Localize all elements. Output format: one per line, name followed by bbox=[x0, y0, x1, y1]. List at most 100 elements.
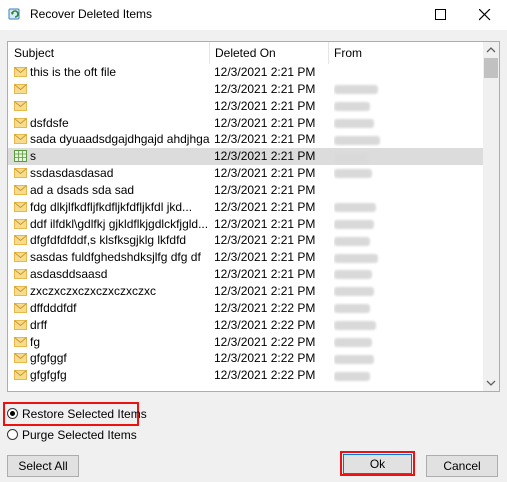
row-from-redacted bbox=[334, 367, 474, 384]
row-deleted-on: 12/3/2021 2:21 PM bbox=[214, 283, 316, 298]
restore-label: Restore Selected Items bbox=[22, 407, 147, 421]
row-from-redacted bbox=[334, 300, 474, 317]
recover-items-app-icon bbox=[8, 7, 22, 21]
maximize-button[interactable] bbox=[419, 0, 463, 30]
row-subject: asdasddsaasd bbox=[30, 267, 108, 282]
purge-label: Purge Selected Items bbox=[22, 428, 137, 442]
row-deleted-on: 12/3/2021 2:21 PM bbox=[214, 149, 316, 164]
row-from-redacted bbox=[334, 249, 474, 266]
envelope-icon bbox=[14, 184, 28, 196]
row-deleted-on: 12/3/2021 2:21 PM bbox=[214, 182, 316, 197]
envelope-icon bbox=[14, 302, 28, 314]
maximize-icon bbox=[435, 9, 446, 20]
table-row[interactable]: zxczxczxczxczxczxczxc 12/3/2021 2:21 PM bbox=[8, 283, 483, 300]
column-header-from[interactable]: From bbox=[328, 42, 483, 64]
row-from-redacted bbox=[334, 350, 474, 367]
purge-selected-option[interactable]: Purge Selected Items bbox=[7, 427, 137, 443]
table-row[interactable]: fdg dlkjlfkdfljfkdfljkfdfljkfdl jkd... 12… bbox=[8, 199, 483, 216]
title-bar: Recover Deleted Items bbox=[0, 0, 507, 30]
row-deleted-on: 12/3/2021 2:21 PM bbox=[214, 166, 316, 181]
chevron-down-icon bbox=[486, 380, 496, 386]
row-from-redacted bbox=[334, 64, 474, 81]
table-row[interactable]: asdasddsaasd 12/3/2021 2:21 PM bbox=[8, 266, 483, 283]
row-subject: gfgfggf bbox=[30, 351, 67, 366]
window-title: Recover Deleted Items bbox=[30, 7, 153, 21]
envelope-icon bbox=[14, 268, 28, 280]
ok-button[interactable]: Ok bbox=[343, 454, 412, 474]
row-from-redacted bbox=[334, 148, 474, 165]
table-row[interactable]: fg 12/3/2021 2:22 PM bbox=[8, 334, 483, 351]
close-button[interactable] bbox=[463, 0, 507, 30]
table-row[interactable]: sasdas fuldfghedshdksjlfg dfg df 12/3/202… bbox=[8, 249, 483, 266]
row-from-redacted bbox=[334, 115, 474, 132]
table-row[interactable]: dffdddfdf 12/3/2021 2:22 PM bbox=[8, 300, 483, 317]
row-subject bbox=[30, 98, 210, 115]
row-from-redacted bbox=[334, 131, 474, 148]
row-subject: this is the oft file bbox=[30, 65, 117, 79]
row-subject: dfgfdfdfddf,s klsfksgjklg lkfdfd bbox=[30, 233, 187, 248]
envelope-icon bbox=[14, 336, 28, 348]
row-from-redacted bbox=[334, 317, 474, 334]
row-from-redacted bbox=[334, 81, 474, 98]
table-row[interactable]: dfgfdfdfddf,s klsfksgjklg lkfdfd 12/3/202… bbox=[8, 232, 483, 249]
table-row[interactable]: s 12/3/2021 2:21 PM bbox=[8, 148, 483, 166]
table-row[interactable]: gfgfgfg 12/3/2021 2:22 PM bbox=[8, 367, 483, 384]
row-from-redacted bbox=[334, 216, 474, 233]
row-subject: fdg dlkjlfkdfljfkdfljkfdfljkfdl jkd... bbox=[30, 199, 193, 214]
envelope-icon bbox=[14, 167, 28, 179]
envelope-icon bbox=[14, 117, 28, 129]
row-deleted-on: 12/3/2021 2:22 PM bbox=[214, 351, 316, 366]
table-row[interactable]: ddf ilfdkl\gdlfkj gjkldflkjgdlckfjgld...… bbox=[8, 216, 483, 233]
row-subject: ad a dsads sda sad bbox=[30, 182, 135, 197]
row-deleted-on: 12/3/2021 2:21 PM bbox=[214, 81, 316, 96]
row-from-redacted bbox=[334, 165, 474, 182]
table-row[interactable]: gfgfggf 12/3/2021 2:22 PM bbox=[8, 350, 483, 367]
table-row[interactable]: this is the oft file 12/3/2021 2:21 PM bbox=[8, 64, 483, 81]
row-deleted-on: 12/3/2021 2:21 PM bbox=[214, 216, 316, 231]
scroll-up-button[interactable] bbox=[483, 42, 499, 58]
select-all-button[interactable]: Select All bbox=[7, 455, 79, 477]
row-deleted-on: 12/3/2021 2:22 PM bbox=[214, 334, 316, 349]
envelope-icon bbox=[14, 133, 28, 145]
envelope-icon bbox=[14, 201, 28, 213]
envelope-icon bbox=[14, 218, 28, 230]
row-deleted-on: 12/3/2021 2:21 PM bbox=[214, 199, 316, 214]
table-row[interactable]: dsfdsfe 12/3/2021 2:21 PM bbox=[8, 115, 483, 132]
row-from-redacted bbox=[334, 334, 474, 351]
row-subject: ssdasdasdasad bbox=[30, 166, 114, 181]
restore-selected-option[interactable]: Restore Selected Items bbox=[7, 406, 147, 422]
column-header-subject[interactable]: Subject bbox=[8, 42, 209, 64]
column-header-deleted-on[interactable]: Deleted On bbox=[209, 42, 328, 64]
deleted-items-list[interactable]: Subject Deleted On From this is the oft … bbox=[7, 41, 500, 392]
calendar-grid-icon bbox=[14, 150, 28, 163]
table-row[interactable]: drff 12/3/2021 2:22 PM bbox=[8, 317, 483, 334]
row-deleted-on: 12/3/2021 2:21 PM bbox=[214, 132, 316, 147]
row-subject: sasdas fuldfghedshdksjlfg dfg df bbox=[30, 250, 201, 265]
envelope-icon bbox=[14, 234, 28, 246]
vertical-scrollbar[interactable] bbox=[483, 42, 499, 391]
scroll-thumb[interactable] bbox=[484, 58, 498, 78]
row-deleted-on: 12/3/2021 2:21 PM bbox=[214, 233, 316, 248]
list-header: Subject Deleted On From bbox=[8, 42, 483, 64]
envelope-icon bbox=[14, 319, 28, 331]
cancel-button[interactable]: Cancel bbox=[426, 455, 498, 477]
row-subject: ddf ilfdkl\gdlfkj gjkldflkjgdlckfjgld... bbox=[30, 216, 209, 231]
envelope-icon bbox=[14, 83, 28, 95]
table-row[interactable]: sada dyuaadsdgajdhgajd ahdjhga... 12/3/20… bbox=[8, 131, 483, 148]
purge-radio[interactable] bbox=[7, 429, 18, 440]
row-subject: zxczxczxczxczxczxczxc bbox=[30, 283, 156, 298]
row-from-redacted bbox=[334, 232, 474, 249]
table-row[interactable]: 12/3/2021 2:21 PM bbox=[8, 98, 483, 115]
row-subject bbox=[30, 81, 210, 98]
scroll-down-button[interactable] bbox=[483, 375, 499, 391]
row-deleted-on: 12/3/2021 2:22 PM bbox=[214, 317, 316, 332]
table-row[interactable]: 12/3/2021 2:21 PM bbox=[8, 81, 483, 98]
restore-radio[interactable] bbox=[7, 408, 18, 419]
table-row[interactable]: ad a dsads sda sad 12/3/2021 2:21 PM bbox=[8, 182, 483, 199]
row-from-redacted bbox=[334, 266, 474, 283]
row-deleted-on: 12/3/2021 2:22 PM bbox=[214, 300, 316, 315]
row-subject: drff bbox=[30, 317, 48, 332]
row-deleted-on: 12/3/2021 2:22 PM bbox=[214, 368, 316, 383]
table-row[interactable]: ssdasdasdasad 12/3/2021 2:21 PM bbox=[8, 165, 483, 182]
row-deleted-on: 12/3/2021 2:21 PM bbox=[214, 267, 316, 282]
